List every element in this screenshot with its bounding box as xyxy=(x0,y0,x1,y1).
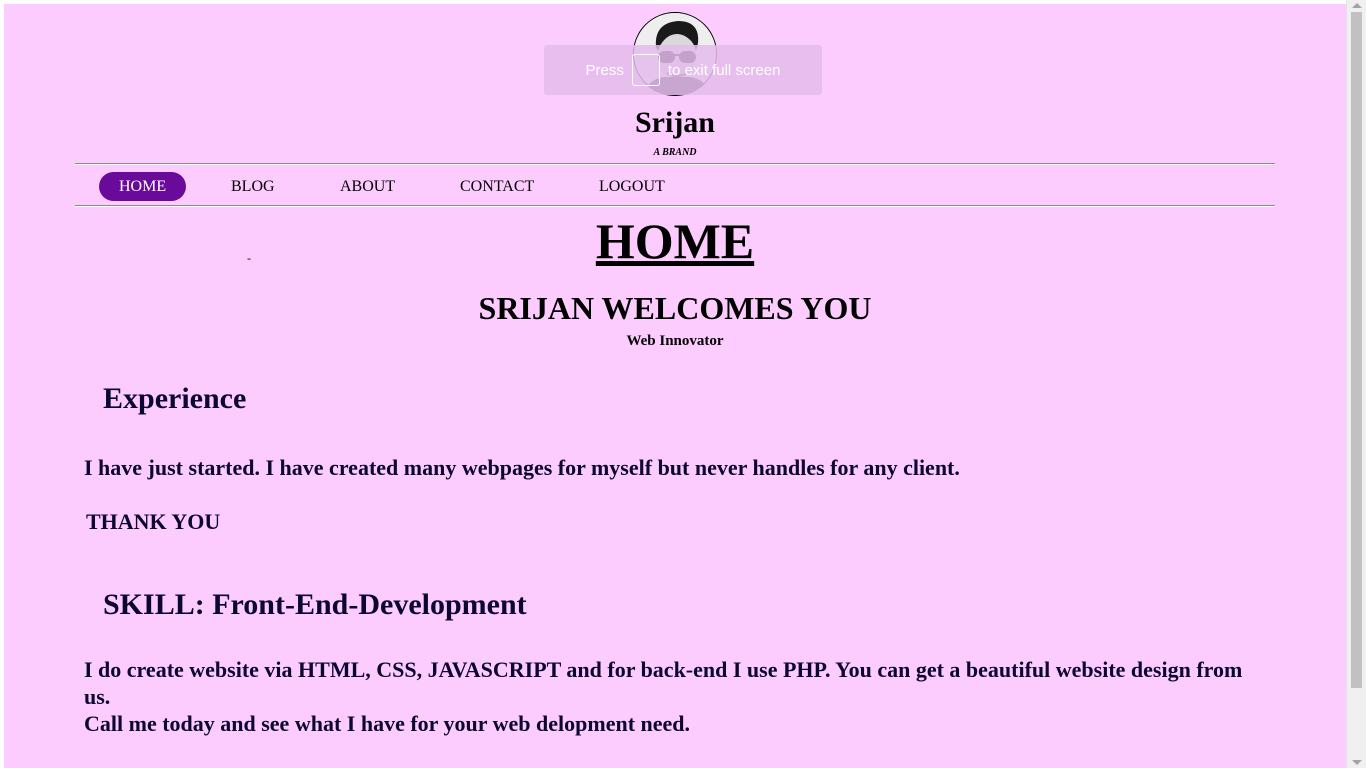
nav-item-home[interactable]: HOME xyxy=(99,172,187,201)
thank-you-text: THANK YOU xyxy=(86,509,221,534)
skill-text-line1: I do create website via HTML, CSS, JAVAS… xyxy=(84,657,1243,709)
scrollbar-thumb[interactable] xyxy=(1351,12,1362,688)
subtitle: Web Innovator xyxy=(626,333,724,349)
fullscreen-notice-suffix: to exit full screen xyxy=(667,61,781,79)
nav-top-divider xyxy=(75,163,1275,165)
brand-tagline: A BRAND xyxy=(653,147,697,158)
page-title: HOME xyxy=(595,213,755,269)
scroll-up-arrow-icon[interactable] xyxy=(1352,3,1362,8)
nav-item-blog[interactable]: BLOG xyxy=(231,172,275,201)
vertical-scrollbar[interactable] xyxy=(1346,0,1366,768)
welcome-heading: SRIJAN WELCOMES YOU xyxy=(478,290,872,326)
skill-text: I do create website via HTML, CSS, JAVAS… xyxy=(84,656,1254,737)
experience-text: I have just started. I have created many… xyxy=(84,455,960,480)
fullscreen-notice-prefix: Press xyxy=(585,61,624,79)
nav-item-logout[interactable]: LOGOUT xyxy=(599,172,665,201)
skill-text-line2: Call me today and see what I have for yo… xyxy=(84,711,691,736)
fullscreen-notice: Press to exit full screen xyxy=(544,45,822,95)
experience-heading: Experience xyxy=(103,382,247,415)
nav-bottom-divider xyxy=(75,205,1275,207)
esc-key-icon xyxy=(631,54,660,86)
brand-name: Srijan xyxy=(634,106,715,139)
scroll-down-arrow-icon[interactable] xyxy=(1352,760,1362,765)
skill-heading: SKILL: Front-End-Development xyxy=(103,588,527,621)
nav-item-about[interactable]: ABOUT xyxy=(340,172,395,201)
nav-item-contact[interactable]: CONTACT xyxy=(460,172,534,201)
page: Press to exit full screen Srijan A BRAND… xyxy=(4,4,1346,768)
